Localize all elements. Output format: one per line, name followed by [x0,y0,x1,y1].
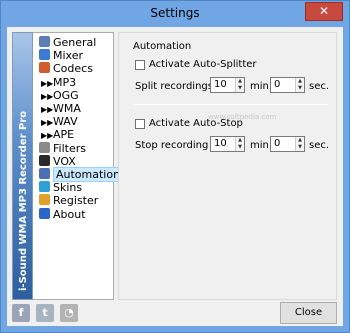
window-title: Settings [150,6,200,20]
split-minutes-stepper[interactable]: 10 ▲ ▼ [210,77,245,93]
spin-up-icon[interactable]: ▲ [296,78,304,85]
double-arrow-icon: ▶▶ [41,118,54,128]
auto-splitter-label[interactable]: Activate Auto-Splitter [149,59,257,70]
tree-item-ape[interactable]: ▶▶APE [41,128,74,141]
tree-item-label: Codecs [53,62,93,76]
tree-item-vox[interactable]: VOX [39,154,76,168]
skins-icon [39,181,50,193]
stop-seconds-stepper[interactable]: 0 ▲ ▼ [270,136,305,152]
tree-item-label: Register [53,194,99,208]
filter-icon [39,141,50,153]
mixer-icon [39,49,50,61]
tree-item-wma[interactable]: ▶▶WMA [41,102,81,115]
group-title: Automation [133,41,192,52]
auto-stop-checkbox[interactable] [135,119,145,129]
minutes-unit: min. [250,81,273,92]
tree-item-label: Skins [53,181,83,195]
tree-item-label: APE [53,128,75,142]
tree-item-automation[interactable]: Automation [39,167,124,182]
tree-item-label: About [53,207,86,221]
settings-window: Settings ✕ i-Sound WMA MP3 Recorder Pro … [0,0,350,333]
wrench-icon [39,62,50,74]
gear-icon [39,36,50,47]
tree-item-label: General [53,36,97,49]
lock-icon [39,194,50,206]
brand-text: i-Sound WMA MP3 Recorder Pro [18,110,29,291]
brand-strip: i-Sound WMA MP3 Recorder Pro [12,32,33,300]
double-arrow-icon: ▶▶ [41,131,54,141]
auto-stop-label[interactable]: Activate Auto-Stop [149,118,243,129]
tree-item-label: MP3 [53,75,77,89]
double-arrow-icon: ▶▶ [41,91,54,101]
split-seconds-stepper[interactable]: 0 ▲ ▼ [270,77,305,93]
tree-item-ogg[interactable]: ▶▶OGG [41,89,79,102]
tree-item-label: WAV [53,115,78,129]
stop-seconds-unit: sec. [309,140,330,151]
window-close-button[interactable]: ✕ [305,2,343,21]
facebook-icon[interactable]: f [12,304,30,322]
spin-down-icon[interactable]: ▼ [296,85,304,92]
tree-item-mp3[interactable]: ▶▶MP3 [41,76,76,89]
vox-icon [39,154,50,166]
tree-item-skins[interactable]: Skins [39,181,82,194]
close-button[interactable]: Close [280,302,337,324]
double-arrow-icon: ▶▶ [41,105,54,114]
tree-item-general[interactable]: General [39,36,96,49]
client-area: i-Sound WMA MP3 Recorder Pro General Mixe… [7,27,343,326]
twitter-icon[interactable]: t [36,304,54,322]
rss-icon[interactable]: ◔ [60,304,78,322]
tree-item-register[interactable]: Register [39,194,98,207]
tree-item-label: Mixer [53,49,84,63]
settings-tree: General Mixer Codecs ▶▶MP3 ▶▶OGG ▶▶WMA ▶▶WAV ▶▶… [33,32,124,300]
spin-down-icon[interactable]: ▼ [236,144,244,151]
tree-item-codecs[interactable]: Codecs [39,62,93,75]
tree-item-label: VOX [53,154,76,168]
tree-item-label: WMA [53,102,81,115]
stop-minutes-stepper[interactable]: 10 ▲ ▼ [210,136,245,152]
tree-item-label: Filters [53,141,86,155]
footer: f t ◔ Close [7,302,343,326]
spin-down-icon[interactable]: ▼ [296,144,304,151]
title-bar[interactable]: Settings ✕ [1,1,349,27]
info-icon [39,207,50,219]
seconds-unit: sec. [309,81,330,92]
tree-item-label: Automation [53,167,124,182]
spin-up-icon[interactable]: ▲ [296,137,304,144]
spin-up-icon[interactable]: ▲ [236,78,244,85]
tree-item-label: OGG [53,88,79,102]
double-arrow-icon: ▶▶ [41,78,54,88]
spin-up-icon[interactable]: ▲ [236,137,244,144]
stop-minutes-unit: min. [250,140,273,151]
auto-splitter-checkbox[interactable] [135,60,145,70]
tree-item-wav[interactable]: ▶▶WAV [41,115,78,128]
spin-down-icon[interactable]: ▼ [236,85,244,92]
automation-icon [39,168,50,179]
tree-item-filters[interactable]: Filters [39,141,86,155]
automation-panel: Automation Activate Auto-Splitter Split … [118,32,337,300]
tree-item-about[interactable]: About [39,207,86,221]
separator [133,104,328,105]
tree-item-mixer[interactable]: Mixer [39,49,83,62]
